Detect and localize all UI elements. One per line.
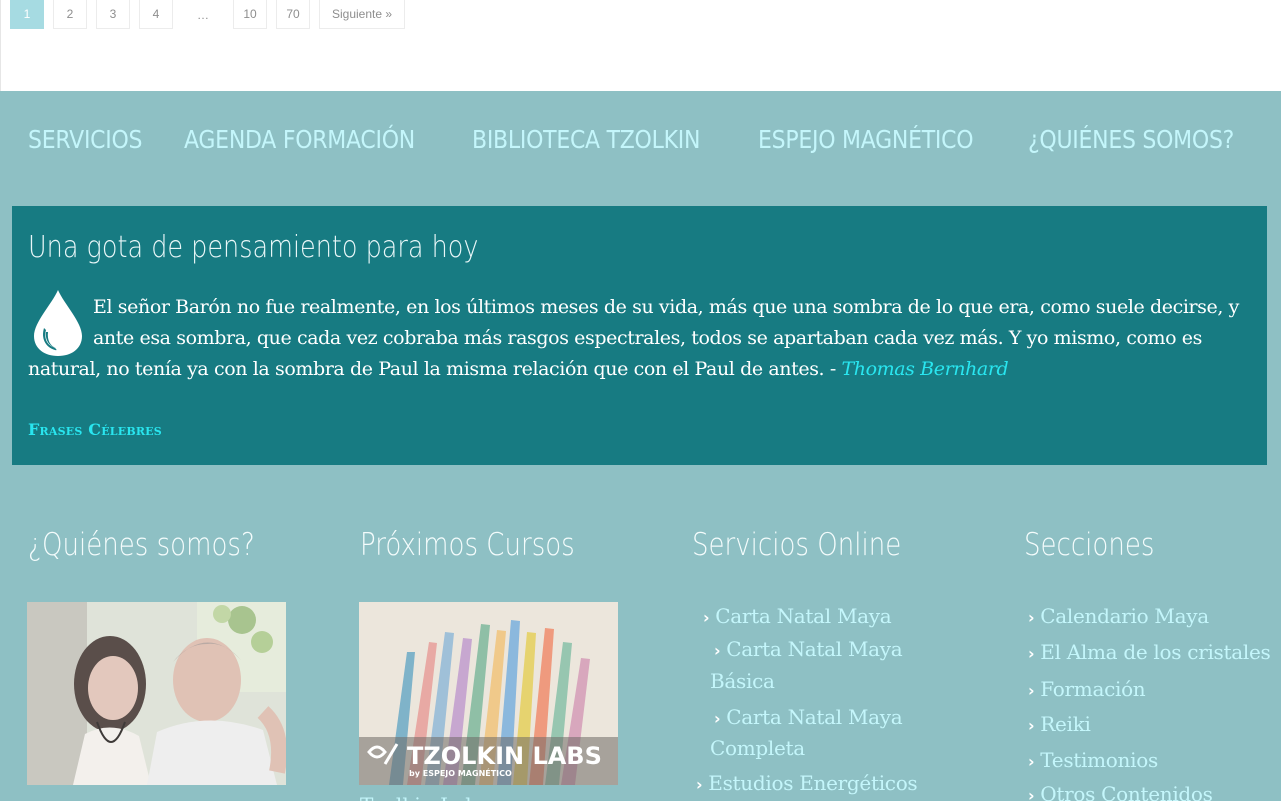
daily-quote-widget: Una gota de pensamiento para hoy El seño… bbox=[12, 206, 1267, 465]
page-70-button[interactable]: 70 bbox=[276, 0, 310, 29]
chevron-right-icon: › bbox=[1028, 752, 1035, 771]
section-link-otros-contenidos[interactable]: › Otros Contenidos bbox=[1028, 779, 1213, 801]
online-link-estudios[interactable]: › Estudios Energéticos bbox=[696, 768, 918, 800]
quote-source-link[interactable]: Frases Célebres bbox=[28, 420, 162, 439]
nav-item-biblioteca-tzolkin[interactable]: BIBLIOTECA TZOLKIN bbox=[472, 125, 700, 154]
section-link-alma-cristales[interactable]: › El Alma de los cristales bbox=[1028, 637, 1271, 669]
page-3-button[interactable]: 3 bbox=[96, 0, 130, 29]
online-link-carta-natal[interactable]: › Carta Natal Maya bbox=[703, 601, 892, 633]
site-footer-area: SERVICIOS AGENDA FORMACIÓN BIBLIOTECA TZ… bbox=[0, 91, 1281, 801]
online-link-carta-basica-cont[interactable]: Básica bbox=[710, 666, 775, 697]
about-title: ¿Quiénes somos? bbox=[28, 527, 255, 563]
nav-item-servicios[interactable]: SERVICIOS bbox=[28, 125, 143, 154]
pagination-area: 1 2 3 4 … 10 70 Siguiente » bbox=[0, 0, 1281, 91]
page-10-button[interactable]: 10 bbox=[233, 0, 267, 29]
quote-widget-title: Una gota de pensamiento para hoy bbox=[28, 230, 479, 265]
chevron-right-icon: › bbox=[1028, 608, 1035, 627]
chevron-right-icon: › bbox=[1028, 644, 1035, 663]
chevron-right-icon: › bbox=[1028, 681, 1035, 700]
banner-title: TZOLKIN LABS bbox=[407, 742, 602, 770]
chevron-right-icon: › bbox=[696, 775, 703, 794]
quote-body: El señor Barón no fue realmente, en los … bbox=[28, 296, 1239, 380]
pagination: 1 2 3 4 … 10 70 Siguiente » bbox=[10, 0, 406, 29]
chevron-right-icon: › bbox=[1028, 716, 1035, 735]
about-us-photo[interactable] bbox=[27, 602, 286, 785]
section-link-reiki[interactable]: › Reiki bbox=[1028, 709, 1091, 741]
nav-item-agenda-formacion[interactable]: AGENDA FORMACIÓN bbox=[184, 125, 415, 154]
chevron-right-icon: › bbox=[714, 709, 721, 728]
nav-item-quienes-somos[interactable]: ¿QUIÉNES SOMOS? bbox=[1028, 125, 1234, 154]
page-4-button[interactable]: 4 bbox=[139, 0, 173, 29]
sections-title: Secciones bbox=[1024, 527, 1155, 563]
tzolkin-labs-banner[interactable]: TZOLKIN LABS by ESPEJO MAGNÉTICO bbox=[359, 602, 618, 785]
courses-title: Próximos Cursos bbox=[360, 527, 575, 563]
online-link-carta-completa-cont[interactable]: Completa bbox=[710, 733, 805, 764]
page-1-button[interactable]: 1 bbox=[10, 0, 44, 29]
course-link[interactable]: Tzolkin Lab bbox=[360, 793, 478, 801]
quote-author-link[interactable]: Thomas Bernhard bbox=[841, 358, 1008, 380]
nav-item-espejo-magnetico[interactable]: ESPEJO MAGNÉTICO bbox=[758, 125, 974, 154]
page-ellipsis: … bbox=[182, 0, 224, 29]
banner-subtitle: by ESPEJO MAGNÉTICO bbox=[409, 767, 512, 778]
chevron-right-icon: › bbox=[1028, 786, 1035, 801]
chevron-right-icon: › bbox=[703, 608, 710, 627]
online-link-carta-completa[interactable]: › Carta Natal Maya bbox=[714, 702, 903, 734]
section-link-formacion[interactable]: › Formación bbox=[1028, 674, 1146, 706]
chevron-right-icon: › bbox=[714, 641, 721, 660]
next-page-button[interactable]: Siguiente » bbox=[319, 0, 406, 29]
online-link-carta-basica[interactable]: › Carta Natal Maya bbox=[714, 634, 903, 666]
quote-text: El señor Barón no fue realmente, en los … bbox=[28, 292, 1260, 385]
section-link-testimonios[interactable]: › Testimonios bbox=[1028, 745, 1158, 777]
online-services-title: Servicios Online bbox=[692, 527, 902, 563]
main-navigation: SERVICIOS AGENDA FORMACIÓN BIBLIOTECA TZ… bbox=[28, 125, 1262, 154]
page-2-button[interactable]: 2 bbox=[53, 0, 87, 29]
section-link-calendario-maya[interactable]: › Calendario Maya bbox=[1028, 601, 1209, 633]
